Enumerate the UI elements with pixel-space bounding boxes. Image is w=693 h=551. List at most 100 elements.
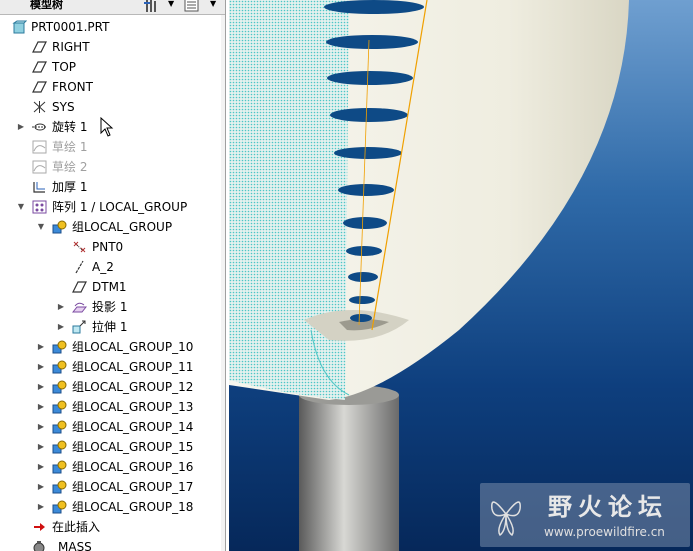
part-icon	[12, 20, 27, 34]
tree-item-local-group[interactable]: ▼ 组LOCAL_GROUP	[0, 217, 220, 237]
datum-plane-icon	[32, 61, 47, 73]
tree-item-local-group-14[interactable]: ▶ 组LOCAL_GROUP_14	[0, 417, 220, 437]
chevron-down-icon[interactable]: ▼	[168, 0, 174, 8]
butterfly-logo-icon	[491, 501, 521, 537]
expand-arrow-icon[interactable]: ▶	[36, 401, 46, 413]
sketch-icon	[32, 140, 47, 154]
tree-item-local-group-16[interactable]: ▶ 组LOCAL_GROUP_16	[0, 457, 220, 477]
group-icon	[52, 360, 67, 374]
tree-scrollbar[interactable]	[221, 15, 225, 551]
tree-item-label: PRT0001.PRT	[31, 20, 110, 34]
datum-point-icon	[73, 241, 86, 253]
tree-item-label: 组LOCAL_GROUP	[72, 220, 173, 234]
group-icon	[52, 500, 67, 514]
tree-item-local-group-15[interactable]: ▶ 组LOCAL_GROUP_15	[0, 437, 220, 457]
model-render	[229, 0, 629, 551]
tree-item-label: A_2	[92, 260, 114, 274]
collapse-arrow-icon[interactable]: ▼	[36, 221, 46, 233]
graphics-viewport[interactable]	[229, 0, 693, 551]
tree-item-label: 组LOCAL_GROUP_10	[72, 340, 194, 354]
tree-item-sys[interactable]: SYS	[0, 97, 220, 117]
forum-watermark: 野火论坛 www.proewildfire.cn	[480, 483, 690, 547]
expand-arrow-icon[interactable]: ▶	[36, 341, 46, 353]
tree-item-insert-here[interactable]: 在此插入	[0, 517, 220, 537]
tree-item-right[interactable]: RIGHT	[0, 37, 220, 57]
group-icon	[52, 220, 67, 234]
tree-item-label: 草绘 1	[52, 140, 88, 154]
chevron-down-icon[interactable]: ▼	[210, 0, 216, 8]
extrude-icon	[72, 320, 86, 334]
collapse-arrow-icon[interactable]: ▼	[16, 201, 26, 213]
tree-item-label: DTM1	[92, 280, 127, 294]
model-tree-header: 模型树 ▼ ▼	[0, 0, 225, 15]
tree-item-mass[interactable]: MASS	[0, 537, 220, 551]
tree-item-pattern-1[interactable]: ▼ 阵列 1 / LOCAL_GROUP	[0, 197, 220, 217]
coordinate-system-icon	[33, 101, 46, 113]
tree-item-label: 组LOCAL_GROUP_17	[72, 480, 194, 494]
group-icon	[52, 480, 67, 494]
tree-item-top[interactable]: TOP	[0, 57, 220, 77]
mass-icon	[33, 541, 45, 551]
expand-arrow-icon[interactable]: ▶	[36, 361, 46, 373]
tree-item-sketch-2[interactable]: 草绘 2	[0, 157, 220, 177]
tree-item-projection-1[interactable]: ▶ 投影 1	[0, 297, 220, 317]
expand-arrow-icon[interactable]: ▶	[36, 421, 46, 433]
tree-item-local-group-10[interactable]: ▶ 组LOCAL_GROUP_10	[0, 337, 220, 357]
tree-item-label: 组LOCAL_GROUP_18	[72, 500, 194, 514]
tree-item-thicken-1[interactable]: 加厚 1	[0, 177, 220, 197]
tree-item-label: 加厚 1	[52, 180, 88, 194]
tree-item-dtm1[interactable]: DTM1	[0, 277, 220, 297]
pattern-icon	[32, 200, 47, 214]
datum-plane-icon	[72, 281, 87, 293]
expand-arrow-icon[interactable]: ▶	[36, 461, 46, 473]
tree-item-local-group-11[interactable]: ▶ 组LOCAL_GROUP_11	[0, 357, 220, 377]
tree-item-label: 组LOCAL_GROUP_13	[72, 400, 194, 414]
tree-item-label: 拉伸 1	[92, 320, 128, 334]
mouse-cursor-icon	[100, 117, 114, 137]
tree-item-label: 在此插入	[52, 520, 101, 534]
expand-arrow-icon[interactable]: ▶	[56, 301, 66, 313]
tree-item-label: SYS	[52, 100, 75, 114]
watermark-title: 野火论坛	[548, 493, 668, 521]
tree-item-sketch-1[interactable]: 草绘 1	[0, 137, 220, 157]
watermark-url: www.proewildfire.cn	[544, 525, 665, 539]
tree-item-label: TOP	[52, 60, 77, 74]
tree-item-local-group-12[interactable]: ▶ 组LOCAL_GROUP_12	[0, 377, 220, 397]
model-tree-panel: 模型树 ▼ ▼ PRT0001.PRT RIGHT TOP FRONT SYS …	[0, 0, 226, 551]
insert-here-arrow-icon	[34, 523, 45, 531]
expand-arrow-icon[interactable]: ▶	[36, 501, 46, 513]
tree-item-label: PNT0	[92, 240, 124, 254]
tree-item-label: 旋转 1	[52, 120, 88, 134]
expand-arrow-icon[interactable]: ▶	[16, 121, 26, 133]
tree-item-label: 草绘 2	[52, 160, 88, 174]
tree-item-local-group-18[interactable]: ▶ 组LOCAL_GROUP_18	[0, 497, 220, 517]
tree-root-part[interactable]: PRT0001.PRT	[0, 17, 220, 37]
settings-list-icon[interactable]	[184, 0, 200, 12]
expand-arrow-icon[interactable]: ▶	[36, 481, 46, 493]
expand-arrow-icon[interactable]: ▶	[36, 441, 46, 453]
tree-item-extrude-1[interactable]: ▶ 拉伸 1	[0, 317, 220, 337]
tree-item-pnt0[interactable]: PNT0	[0, 237, 220, 257]
group-icon	[52, 340, 67, 354]
tree-item-a2[interactable]: A_2	[0, 257, 220, 277]
tree-item-label: 组LOCAL_GROUP_14	[72, 420, 194, 434]
show-tools-icon[interactable]	[143, 0, 159, 12]
group-icon	[52, 460, 67, 474]
model-stem	[299, 395, 399, 551]
tree-item-local-group-13[interactable]: ▶ 组LOCAL_GROUP_13	[0, 397, 220, 417]
thicken-icon	[33, 182, 45, 193]
tree-item-local-group-17[interactable]: ▶ 组LOCAL_GROUP_17	[0, 477, 220, 497]
tree-item-label: FRONT	[52, 80, 93, 94]
projection-icon	[72, 302, 87, 313]
sketch-icon	[32, 160, 47, 174]
expand-arrow-icon[interactable]: ▶	[56, 321, 66, 333]
tree-item-label: 组LOCAL_GROUP_15	[72, 440, 194, 454]
tree-item-label: 投影 1	[92, 300, 128, 314]
tree-item-front[interactable]: FRONT	[0, 77, 220, 97]
tree-item-label: 组LOCAL_GROUP_11	[72, 360, 194, 374]
group-icon	[52, 440, 67, 454]
expand-arrow-icon[interactable]: ▶	[36, 381, 46, 393]
group-icon	[52, 400, 67, 414]
group-icon	[52, 420, 67, 434]
group-icon	[52, 380, 67, 394]
